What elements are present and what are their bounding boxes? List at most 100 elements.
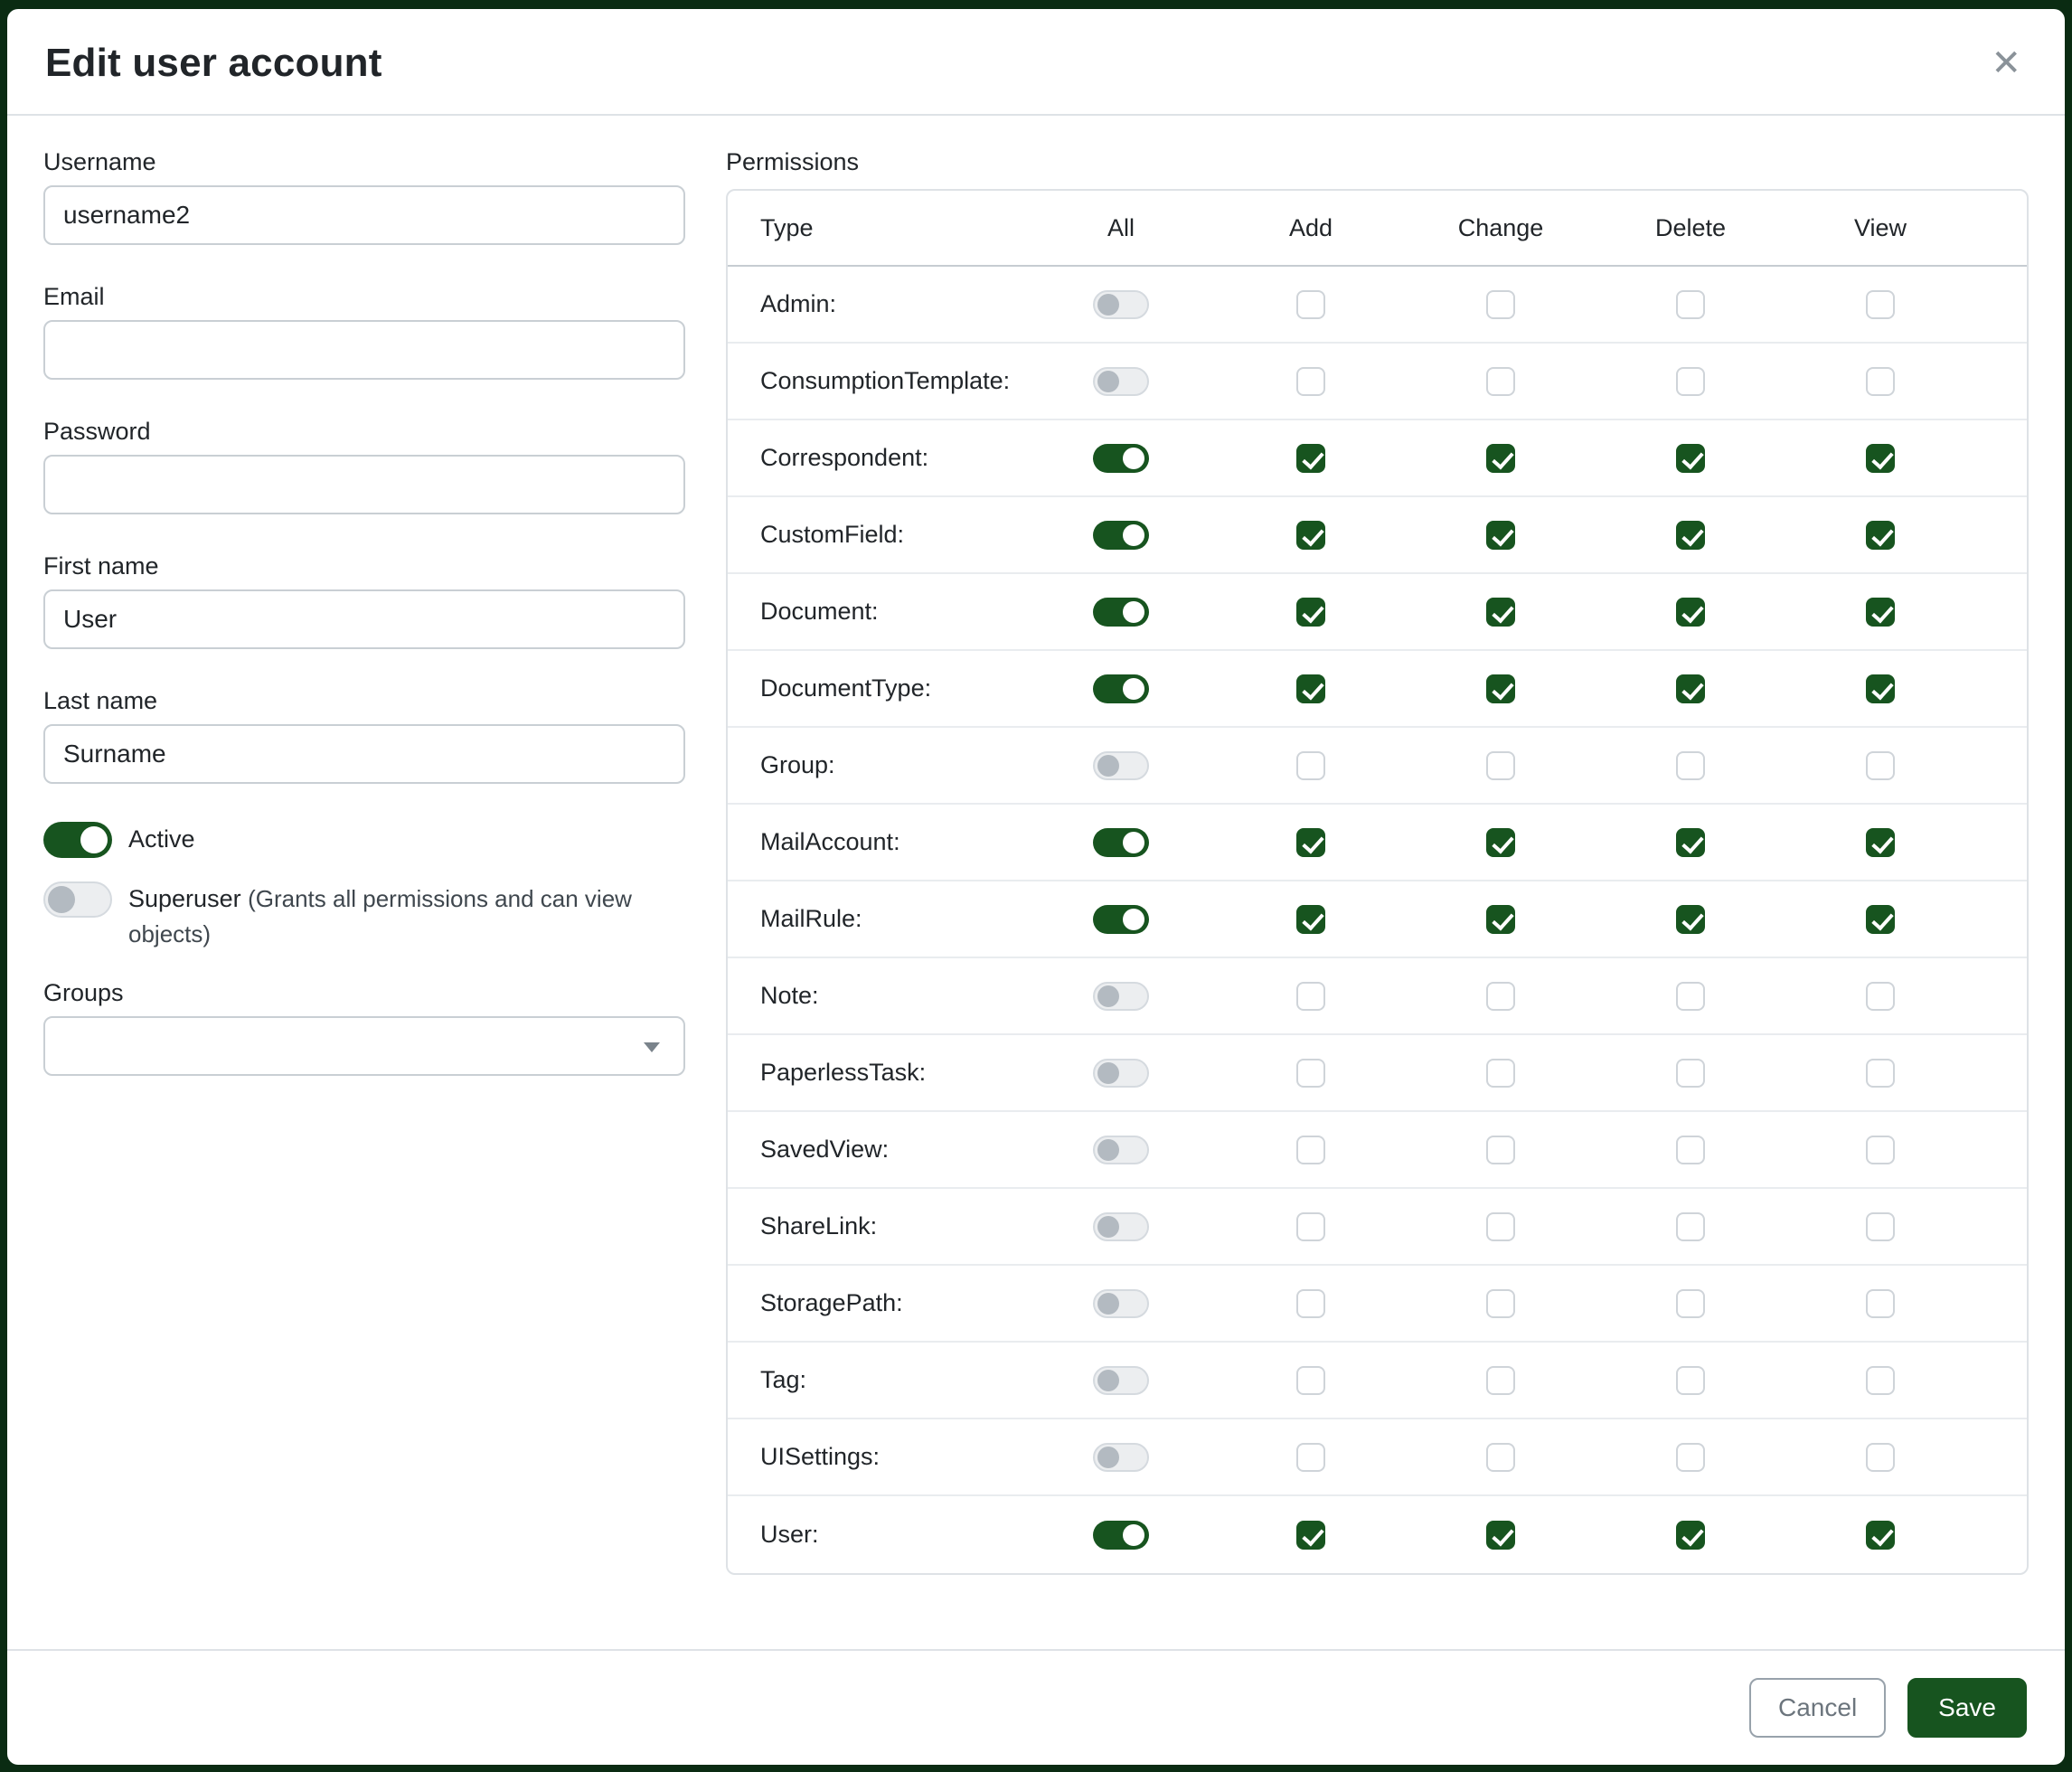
- perm-type-label: CustomField:: [760, 521, 904, 549]
- perm-delete-checkbox[interactable]: [1676, 751, 1705, 780]
- perm-view-checkbox[interactable]: [1866, 1366, 1895, 1395]
- perm-type-label: SavedView:: [760, 1136, 889, 1164]
- perm-delete-checkbox[interactable]: [1676, 1443, 1705, 1472]
- perm-delete-checkbox[interactable]: [1676, 1521, 1705, 1550]
- perm-delete-checkbox[interactable]: [1676, 1212, 1705, 1241]
- perm-all-toggle[interactable]: [1093, 674, 1149, 703]
- perm-add-checkbox[interactable]: [1296, 674, 1325, 703]
- perm-all-toggle[interactable]: [1093, 982, 1149, 1011]
- cancel-button[interactable]: Cancel: [1749, 1678, 1886, 1738]
- save-button[interactable]: Save: [1907, 1678, 2027, 1738]
- perm-all-toggle[interactable]: [1093, 1443, 1149, 1472]
- perm-add-checkbox[interactable]: [1296, 1366, 1325, 1395]
- perm-add-checkbox[interactable]: [1296, 598, 1325, 627]
- perm-change-checkbox[interactable]: [1486, 1289, 1515, 1318]
- perm-all-toggle[interactable]: [1093, 598, 1149, 627]
- last-name-label: Last name: [43, 687, 685, 715]
- perm-view-checkbox[interactable]: [1866, 1289, 1895, 1318]
- perm-delete-checkbox[interactable]: [1676, 828, 1705, 857]
- perm-change-checkbox[interactable]: [1486, 521, 1515, 550]
- perm-all-toggle[interactable]: [1093, 1521, 1149, 1550]
- perm-add-checkbox[interactable]: [1296, 1136, 1325, 1164]
- perm-change-checkbox[interactable]: [1486, 674, 1515, 703]
- perm-all-toggle[interactable]: [1093, 1136, 1149, 1164]
- perm-view-checkbox[interactable]: [1866, 905, 1895, 934]
- perm-delete-checkbox[interactable]: [1676, 1289, 1705, 1318]
- perm-all-toggle[interactable]: [1093, 1212, 1149, 1241]
- perm-add-checkbox[interactable]: [1296, 1521, 1325, 1550]
- perm-delete-checkbox[interactable]: [1676, 444, 1705, 473]
- perm-view-checkbox[interactable]: [1866, 1059, 1895, 1088]
- perm-add-checkbox[interactable]: [1296, 521, 1325, 550]
- perm-delete-checkbox[interactable]: [1676, 521, 1705, 550]
- perm-all-toggle[interactable]: [1093, 828, 1149, 857]
- perm-add-checkbox[interactable]: [1296, 982, 1325, 1011]
- perm-view-checkbox[interactable]: [1866, 444, 1895, 473]
- close-button[interactable]: ✕: [1985, 40, 2027, 87]
- perm-delete-checkbox[interactable]: [1676, 1059, 1705, 1088]
- perm-add-checkbox[interactable]: [1296, 1443, 1325, 1472]
- perm-add-checkbox[interactable]: [1296, 828, 1325, 857]
- perm-delete-checkbox[interactable]: [1676, 982, 1705, 1011]
- perm-view-checkbox[interactable]: [1866, 1443, 1895, 1472]
- perm-change-checkbox[interactable]: [1486, 1521, 1515, 1550]
- perm-all-toggle[interactable]: [1093, 751, 1149, 780]
- perm-delete-checkbox[interactable]: [1676, 674, 1705, 703]
- perm-add-checkbox[interactable]: [1296, 367, 1325, 396]
- perm-change-checkbox[interactable]: [1486, 444, 1515, 473]
- perm-view-checkbox[interactable]: [1866, 751, 1895, 780]
- perm-delete-checkbox[interactable]: [1676, 1136, 1705, 1164]
- active-toggle[interactable]: [43, 822, 112, 858]
- perm-view-checkbox[interactable]: [1866, 598, 1895, 627]
- perm-view-checkbox[interactable]: [1866, 674, 1895, 703]
- perm-view-checkbox[interactable]: [1866, 1136, 1895, 1164]
- perm-add-checkbox[interactable]: [1296, 751, 1325, 780]
- perm-delete-checkbox[interactable]: [1676, 290, 1705, 319]
- perm-add-checkbox[interactable]: [1296, 1289, 1325, 1318]
- perm-all-toggle[interactable]: [1093, 290, 1149, 319]
- perm-add-checkbox[interactable]: [1296, 1059, 1325, 1088]
- last-name-field[interactable]: [43, 724, 685, 784]
- perm-change-checkbox[interactable]: [1486, 1059, 1515, 1088]
- perm-view-checkbox[interactable]: [1866, 1212, 1895, 1241]
- perm-change-checkbox[interactable]: [1486, 982, 1515, 1011]
- perm-add-checkbox[interactable]: [1296, 905, 1325, 934]
- perm-view-checkbox[interactable]: [1866, 367, 1895, 396]
- perm-change-checkbox[interactable]: [1486, 290, 1515, 319]
- perm-add-checkbox[interactable]: [1296, 444, 1325, 473]
- perm-view-checkbox[interactable]: [1866, 982, 1895, 1011]
- superuser-toggle[interactable]: [43, 881, 112, 918]
- perm-add-checkbox[interactable]: [1296, 1212, 1325, 1241]
- perm-delete-checkbox[interactable]: [1676, 598, 1705, 627]
- perm-view-checkbox[interactable]: [1866, 1521, 1895, 1550]
- toggle-knob: [1123, 678, 1144, 700]
- email-field[interactable]: [43, 320, 685, 380]
- perm-change-checkbox[interactable]: [1486, 598, 1515, 627]
- perm-change-checkbox[interactable]: [1486, 1212, 1515, 1241]
- perm-change-checkbox[interactable]: [1486, 905, 1515, 934]
- perm-delete-checkbox[interactable]: [1676, 1366, 1705, 1395]
- perm-delete-checkbox[interactable]: [1676, 905, 1705, 934]
- perm-all-toggle[interactable]: [1093, 444, 1149, 473]
- perm-change-checkbox[interactable]: [1486, 828, 1515, 857]
- perm-all-toggle[interactable]: [1093, 367, 1149, 396]
- perm-view-checkbox[interactable]: [1866, 290, 1895, 319]
- groups-select[interactable]: [43, 1016, 685, 1076]
- username-field[interactable]: [43, 185, 685, 245]
- perm-add-checkbox[interactable]: [1296, 290, 1325, 319]
- perm-change-checkbox[interactable]: [1486, 1136, 1515, 1164]
- perm-change-checkbox[interactable]: [1486, 1366, 1515, 1395]
- perm-all-toggle[interactable]: [1093, 1289, 1149, 1318]
- perm-change-checkbox[interactable]: [1486, 367, 1515, 396]
- perm-view-checkbox[interactable]: [1866, 521, 1895, 550]
- perm-all-toggle[interactable]: [1093, 1059, 1149, 1088]
- perm-change-checkbox[interactable]: [1486, 751, 1515, 780]
- perm-delete-checkbox[interactable]: [1676, 367, 1705, 396]
- perm-view-checkbox[interactable]: [1866, 828, 1895, 857]
- perm-change-checkbox[interactable]: [1486, 1443, 1515, 1472]
- password-field[interactable]: [43, 455, 685, 514]
- perm-all-toggle[interactable]: [1093, 521, 1149, 550]
- first-name-field[interactable]: [43, 589, 685, 649]
- perm-all-toggle[interactable]: [1093, 1366, 1149, 1395]
- perm-all-toggle[interactable]: [1093, 905, 1149, 934]
